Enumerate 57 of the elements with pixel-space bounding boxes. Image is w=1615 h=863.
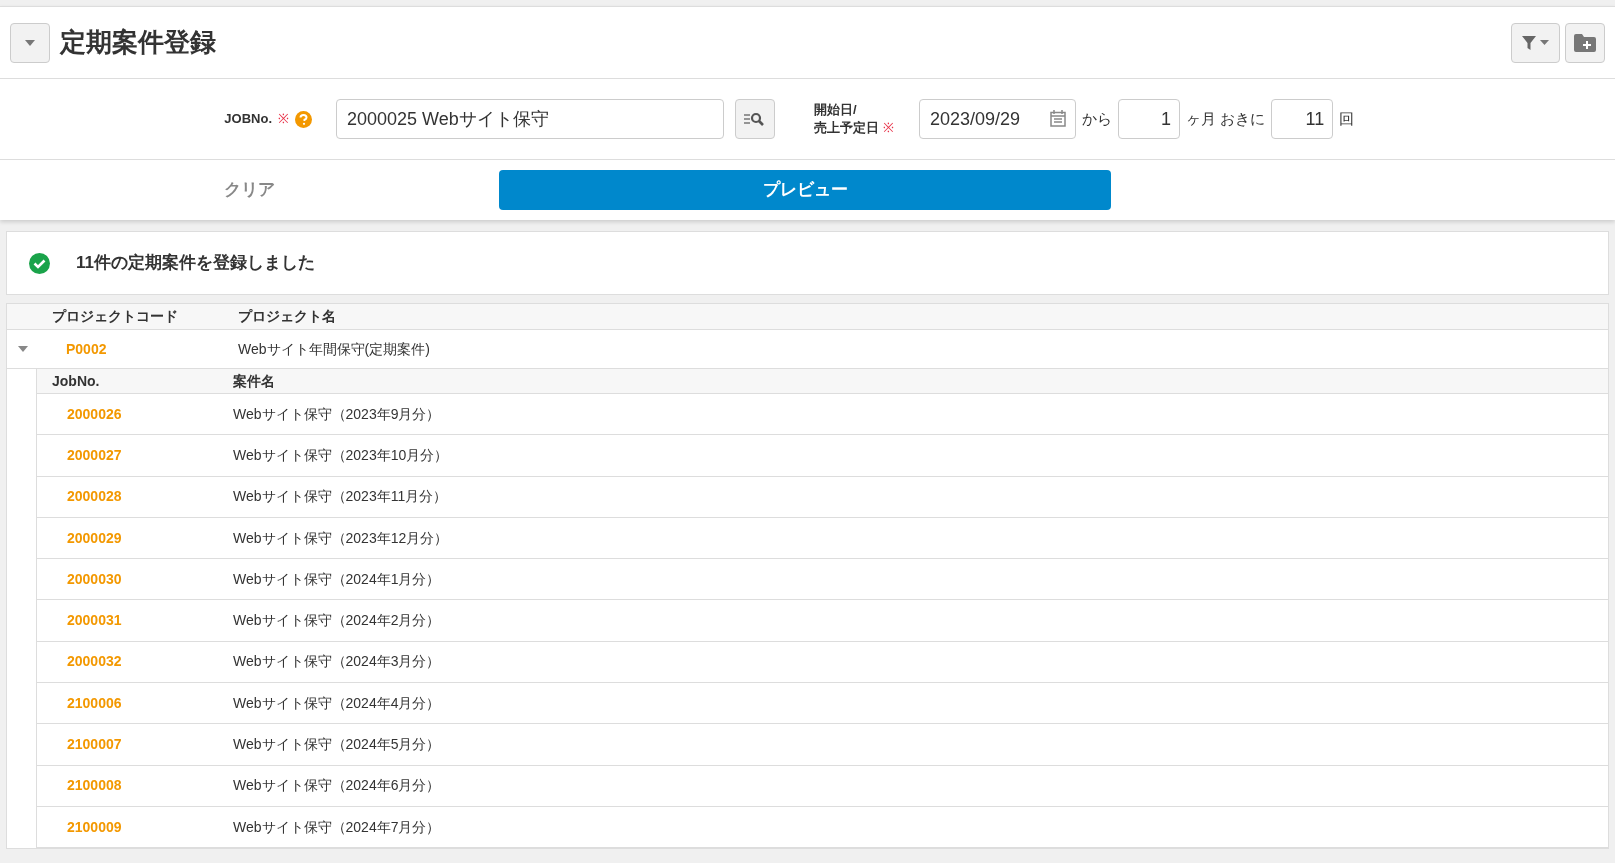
- job-number-link[interactable]: 2000026: [67, 405, 122, 422]
- job-name-cell-text: Webサイト保守（2024年3月分）: [233, 652, 441, 672]
- job-number-link[interactable]: 2000031: [67, 612, 122, 629]
- job-name-cell-text: Webサイト保守（2024年2月分）: [233, 611, 441, 631]
- date-input-field[interactable]: 2023/09/29: [919, 99, 1076, 139]
- search-button[interactable]: [735, 99, 775, 139]
- job-number-link[interactable]: 2100006: [67, 694, 122, 711]
- column-header: JobNo.: [52, 371, 101, 391]
- page-title: 定期案件登録: [60, 26, 216, 59]
- column-header: プロジェクト名: [238, 307, 336, 326]
- required-mark: ※: [883, 119, 894, 137]
- caret-icon: [18, 346, 28, 352]
- project-name-cell-text: Webサイト年間保守(定期案件): [238, 339, 430, 359]
- job-number-link[interactable]: 2000028: [67, 488, 122, 505]
- job-name-cell-text: Webサイト保守（2024年1月分）: [233, 569, 441, 589]
- count-unit-text: 回: [1339, 108, 1355, 129]
- success-message: 11件の定期案件を登録しました: [76, 252, 315, 275]
- search-list-icon: [744, 112, 766, 126]
- add-folder-button[interactable]: [1565, 22, 1605, 63]
- job-name-cell-text: Webサイト保守（2024年4月分）: [233, 693, 441, 713]
- job-name-cell-text: Webサイト保守（2023年10月分）: [233, 445, 449, 465]
- interval-unit-text: ヶ月 おきに: [1186, 108, 1266, 129]
- filter-button[interactable]: [1511, 22, 1560, 63]
- job-name-cell-text: Webサイト保守（2023年9月分）: [233, 404, 441, 424]
- caret-icon: [1540, 40, 1549, 45]
- column-header: 案件名: [233, 371, 275, 391]
- caret-icon: [25, 39, 35, 46]
- job-number-link[interactable]: 2000027: [67, 446, 122, 463]
- filter-icon: [1522, 35, 1536, 50]
- clear-button[interactable]: クリア: [218, 177, 281, 203]
- column-header: プロジェクトコード: [52, 307, 179, 326]
- help-icon[interactable]: [295, 110, 312, 128]
- job-name-cell-text: Webサイト保守（2023年12月分）: [233, 528, 449, 548]
- count-input-field[interactable]: 11: [1271, 99, 1334, 139]
- from-text: から: [1082, 108, 1112, 129]
- job-name-cell-text: Webサイト保守（2024年5月分）: [233, 735, 441, 754]
- preview-button[interactable]: プレビュー: [499, 170, 1111, 210]
- start-date-label: 開始日/: [814, 101, 858, 119]
- calendar-icon: [1050, 110, 1066, 127]
- job-number-link[interactable]: 2100009: [67, 818, 122, 835]
- check-circle-icon: [29, 252, 50, 274]
- job-name-cell-text: Webサイト保守（2023年11月分）: [233, 487, 448, 507]
- job-name-cell-text: Webサイト保守（2024年7月分）: [233, 817, 441, 837]
- job-number-link[interactable]: 2100007: [67, 736, 122, 752]
- job-number-link[interactable]: 2000032: [67, 653, 122, 670]
- job-name-cell-text: Webサイト保守（2024年6月分）: [233, 776, 441, 796]
- required-mark: ※: [278, 110, 289, 129]
- job-number-link[interactable]: 2000030: [67, 570, 122, 587]
- collapse-toggle[interactable]: [10, 22, 50, 63]
- sales-date-label: 売上予定日: [814, 119, 879, 137]
- job-label: JOBNo.: [224, 110, 272, 129]
- folder-plus-icon: [1574, 33, 1596, 52]
- job-number-link[interactable]: 2000029: [67, 529, 122, 546]
- interval-input-field[interactable]: 1: [1118, 99, 1180, 139]
- project-code-link[interactable]: P0002: [66, 340, 107, 357]
- job-number-link[interactable]: 2100008: [67, 777, 122, 794]
- job-input-field[interactable]: 2000025 Webサイト保守: [336, 99, 724, 139]
